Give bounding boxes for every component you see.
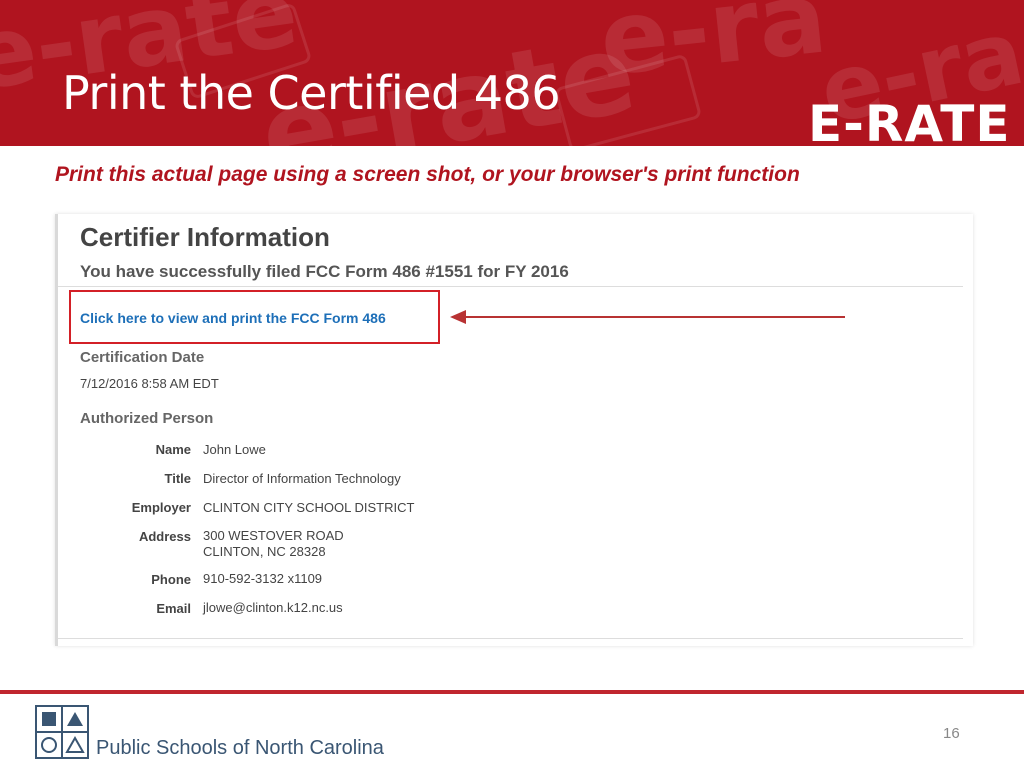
certification-date-value: 7/12/2016 8:58 AM EDT — [80, 376, 219, 391]
name-value: John Lowe — [203, 442, 266, 457]
footer-organization: Public Schools of North Carolina — [96, 737, 384, 759]
email-label: Email — [156, 601, 191, 616]
page-number: 16 — [943, 725, 960, 742]
slide-title: Print the Certified 486 — [62, 66, 561, 120]
phone-value: 910-592-3132 x1109 — [203, 571, 323, 586]
authorized-person-label: Authorized Person — [80, 410, 214, 427]
certification-date-label: Certification Date — [80, 349, 205, 366]
address-label: Address — [138, 529, 191, 544]
title-label: Title — [164, 471, 192, 486]
divider — [58, 286, 963, 287]
view-print-form-link[interactable]: Click here to view and print the FCC For… — [80, 310, 386, 326]
employer-value: CLINTON CITY SCHOOL DISTRICT — [203, 500, 415, 515]
filed-success-message: You have successfully filed FCC Form 486… — [80, 262, 569, 281]
name-label: Name — [155, 442, 191, 457]
address-line1: 300 WESTOVER ROAD — [203, 528, 344, 543]
address-line2: CLINTON, NC 28328 — [203, 544, 326, 559]
state-seal-logo-icon — [35, 705, 89, 759]
employer-label: Employer — [131, 500, 191, 515]
certifier-info-heading: Certifier Information — [80, 222, 330, 252]
header-banner: e-rate e-rate e-ra e-ra Print the Certif… — [0, 0, 1024, 146]
divider — [58, 638, 963, 639]
certifier-info-screenshot: Certifier Information You have successfu… — [55, 214, 973, 646]
footer-divider — [0, 690, 1024, 694]
instruction-text: Print this actual page using a screen sh… — [55, 163, 800, 186]
email-value: jlowe@clinton.k12.nc.us — [203, 600, 343, 615]
pointer-arrow-icon — [450, 310, 845, 324]
phone-label: Phone — [151, 572, 191, 587]
erate-logo: E-RATE — [808, 95, 1011, 146]
title-value: Director of Information Technology — [203, 471, 401, 486]
